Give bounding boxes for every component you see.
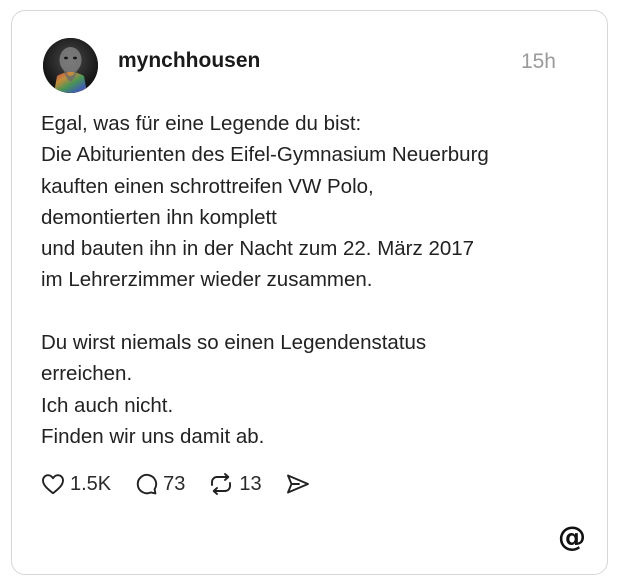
repost-icon — [208, 472, 234, 496]
speech-bubble-icon — [134, 472, 158, 496]
comment-button[interactable]: 73 — [134, 472, 185, 496]
timestamp: 15h — [520, 50, 556, 73]
heart-icon — [41, 473, 65, 495]
post-line: demontierten ihn komplett — [41, 205, 277, 229]
share-button[interactable] — [285, 472, 311, 496]
post-line: und bauten ihn in der Nacht zum 22. März… — [41, 237, 475, 261]
post-line: erreichen. — [41, 362, 133, 386]
post-card: mynchhousen 15h Egal, was für eine Legen… — [11, 10, 608, 575]
send-icon — [285, 472, 311, 496]
like-count: 1.5K — [70, 472, 112, 495]
threads-logo-icon: @ — [558, 520, 586, 553]
post-line: Die Abiturienten des Eifel-Gymnasium Neu… — [41, 143, 489, 167]
comment-count: 73 — [163, 472, 186, 495]
like-button[interactable]: 1.5K — [41, 473, 111, 496]
avatar-image — [43, 38, 98, 93]
paragraph-break — [41, 296, 581, 327]
post-line: Egal, was für eine Legende du bist: — [41, 112, 362, 135]
post-line: Du wirst niemals so einen Legendenstatus — [41, 331, 427, 355]
avatar[interactable] — [43, 38, 98, 93]
action-bar: 1.5K 73 13 — [41, 469, 334, 499]
post-line: Ich auch nicht. — [41, 393, 174, 417]
post-line: im Lehrerzimmer wieder zusammen. — [41, 268, 373, 292]
post-line: kauften einen schrottreifen VW Polo, — [41, 174, 374, 198]
post-line: Finden wir uns damit ab. — [41, 424, 265, 448]
username[interactable]: mynchhousen — [118, 49, 260, 73]
post-text: Egal, was für eine Legende du bist: Die … — [41, 108, 581, 452]
repost-button[interactable]: 13 — [208, 472, 262, 496]
repost-count: 13 — [239, 472, 262, 495]
